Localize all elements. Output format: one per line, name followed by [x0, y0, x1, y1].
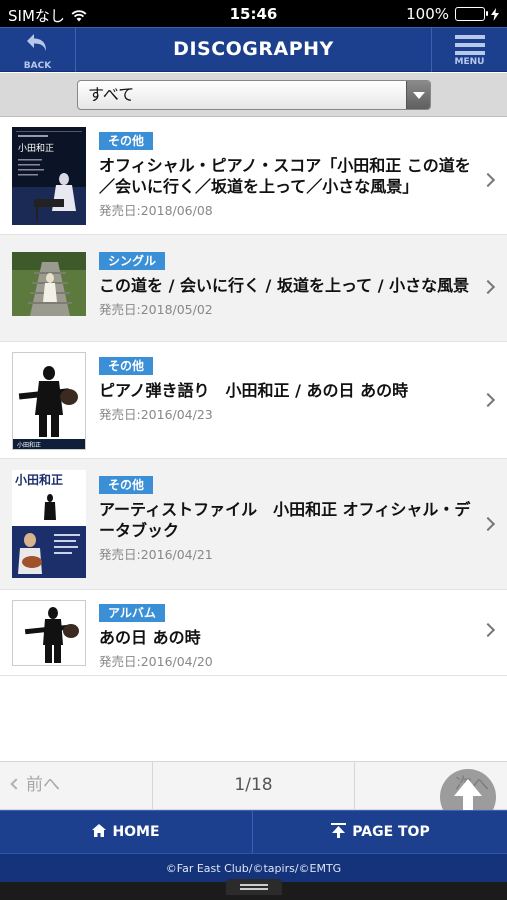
chevron-left-icon [10, 778, 22, 790]
release-date: 発売日:2016/04/20 [99, 654, 213, 669]
back-button[interactable]: BACK [0, 28, 76, 72]
cover-title-text: 小田和正 [17, 441, 41, 449]
list-item[interactable]: 小田和正 その他 オフィシャル・ピアノ・スコア「小田和正 この道を／会いに行く／… [0, 118, 507, 235]
page-top-icon [331, 823, 347, 838]
menu-button[interactable]: MENU [431, 28, 507, 72]
dropdown-arrow-icon [406, 81, 430, 109]
item-title: ピアノ弾き語り 小田和正 / あの日 あの時 [99, 381, 409, 400]
filter-bar: すべて [0, 73, 507, 117]
back-label: BACK [23, 61, 52, 71]
home-icon [92, 824, 107, 837]
category-badge: アルバム [99, 604, 165, 622]
prev-page-button[interactable]: 前へ [0, 762, 153, 809]
prev-page-label: 前へ [26, 775, 60, 795]
back-arrow-icon [26, 34, 46, 51]
category-badge: その他 [99, 476, 154, 494]
bottom-tray [0, 879, 507, 900]
home-button[interactable]: HOME [0, 811, 253, 853]
battery-percent: 100% [406, 5, 449, 23]
chevron-right-icon [480, 172, 496, 188]
list-item[interactable]: 小田和正 その他 アーティストファイル 小田和正 オフィシャル・データブック 発… [0, 459, 507, 590]
discography-list: 小田和正 その他 オフィシャル・ピアノ・スコア「小田和正 この道を／会いに行く／… [0, 118, 507, 676]
release-date: 発売日:2016/04/21 [99, 547, 213, 562]
cover-title-text: 小田和正 [18, 143, 54, 154]
cover-image: 小田和正 [12, 470, 86, 578]
copyright: ©Far East Club/©tapirs/©EMTG [0, 853, 507, 882]
list-item[interactable]: シングル この道を / 会いに行く / 坂道を上って / 小さな風景 発売日:2… [0, 235, 507, 342]
category-badge: その他 [99, 357, 154, 375]
chevron-right-icon [480, 516, 496, 532]
page-count: 1/18 [234, 775, 273, 795]
release-date: 発売日:2018/06/08 [99, 203, 213, 218]
item-title: アーティストファイル 小田和正 オフィシャル・データブック [99, 500, 471, 540]
home-label: HOME [112, 824, 160, 840]
cover-image [12, 600, 86, 666]
menu-label: MENU [454, 57, 485, 67]
category-badge: その他 [99, 132, 154, 150]
chevron-right-icon [480, 279, 496, 295]
list-item[interactable]: アルバム あの日 あの時 発売日:2016/04/20 [0, 590, 507, 676]
app-header: BACK DISCOGRAPHY MENU [0, 27, 507, 72]
category-badge: シングル [99, 252, 166, 270]
list-item[interactable]: 小田和正 その他 ピアノ弾き語り 小田和正 / あの日 あの時 発売日:2016… [0, 342, 507, 459]
item-title: この道を / 会いに行く / 坂道を上って / 小さな風景 [99, 276, 470, 295]
cover-image [12, 252, 86, 316]
chevron-right-icon [480, 622, 496, 638]
cover-image: 小田和正 [12, 127, 86, 225]
cover-image: 小田和正 [12, 352, 86, 450]
bottom-nav: HOME PAGE TOP [0, 810, 507, 853]
battery-icon [455, 7, 488, 21]
category-select[interactable]: すべて [77, 80, 431, 110]
category-select-value: すべて [88, 85, 135, 104]
release-date: 発売日:2016/04/23 [99, 407, 213, 422]
charging-icon [491, 7, 499, 21]
hamburger-icon [454, 35, 485, 55]
page-top-label: PAGE TOP [352, 824, 430, 840]
item-title: オフィシャル・ピアノ・スコア「小田和正 この道を／会いに行く／坂道を上って／小さ… [99, 156, 471, 196]
pagination: 前へ 1/18 次へ [0, 761, 507, 810]
page-title: DISCOGRAPHY [173, 38, 334, 60]
page-top-button[interactable]: PAGE TOP [254, 811, 507, 853]
item-title: あの日 あの時 [99, 628, 201, 647]
chevron-right-icon [480, 392, 496, 408]
release-date: 発売日:2018/05/02 [99, 302, 213, 317]
cover-title-text: 小田和正 [15, 472, 63, 487]
status-bar: SIMなし 15:46 100% [0, 0, 507, 27]
drawer-handle[interactable] [226, 879, 282, 895]
